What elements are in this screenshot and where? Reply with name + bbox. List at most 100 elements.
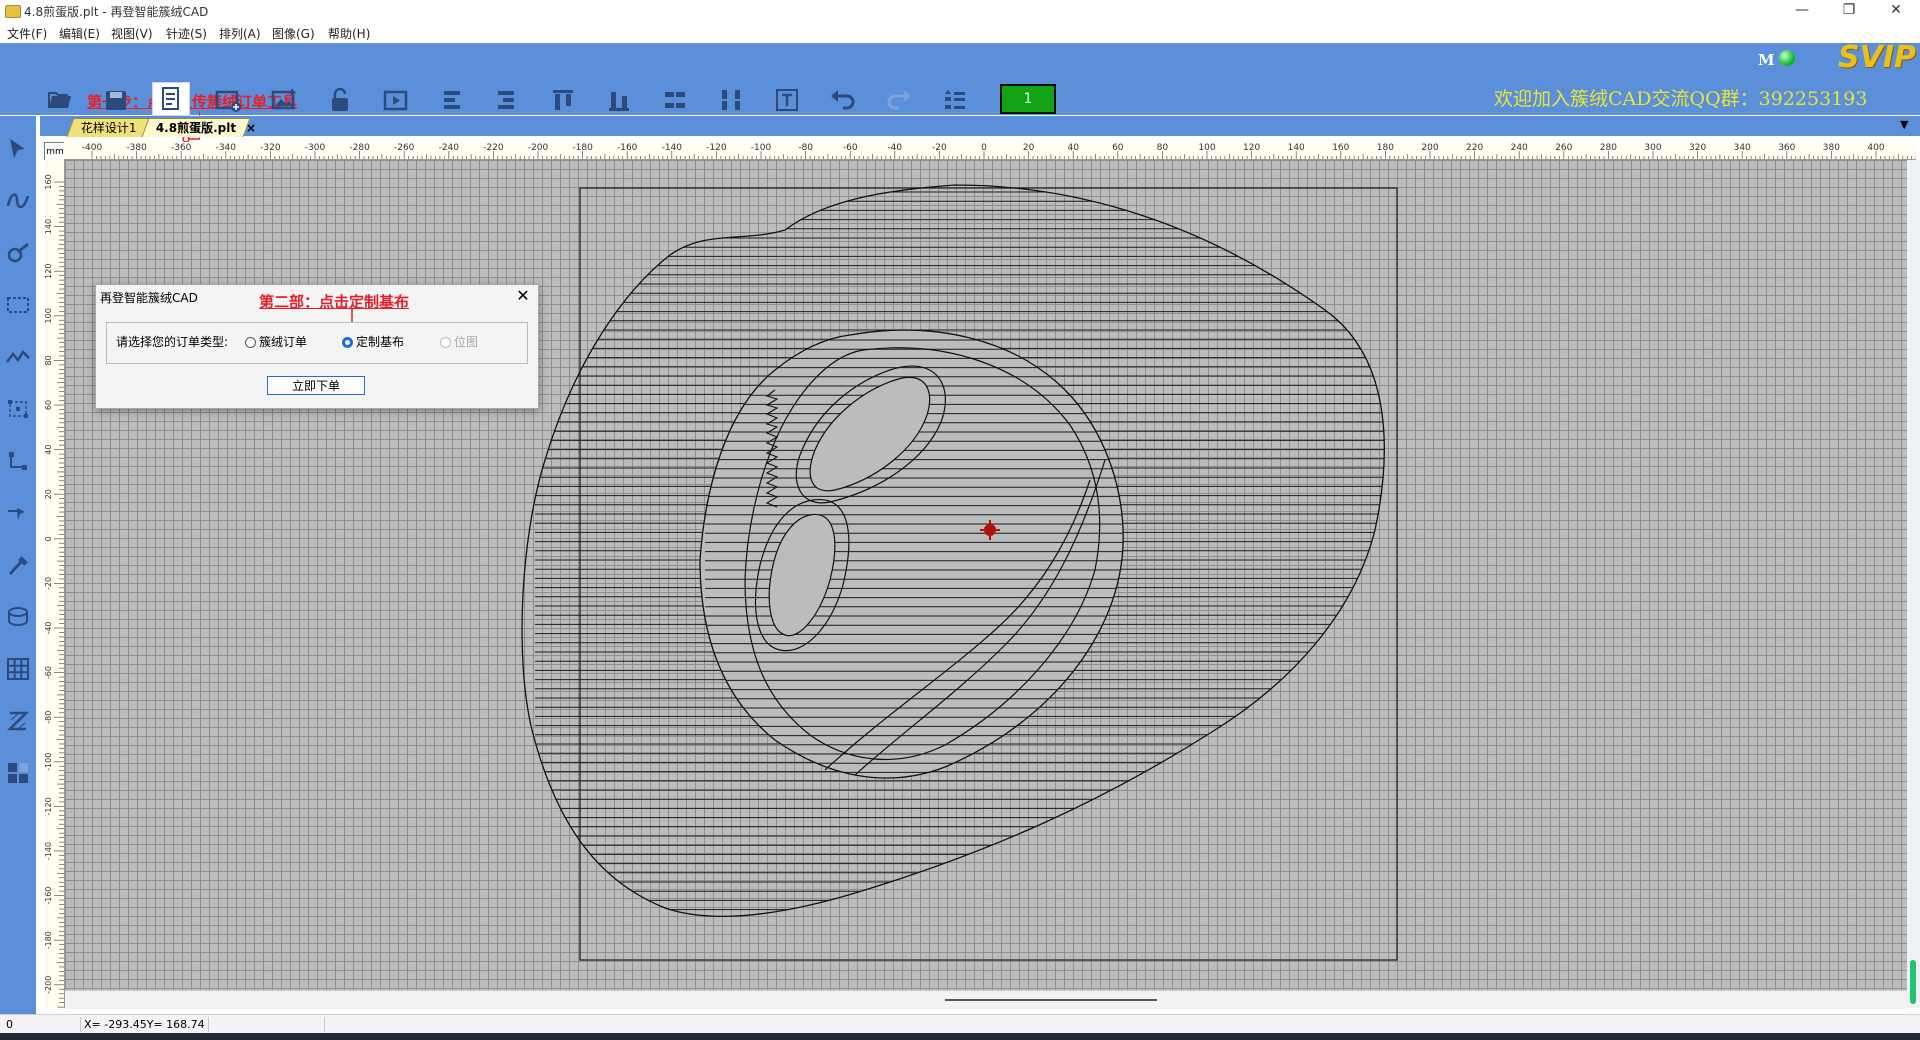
- close-window-button[interactable]: ✕: [1873, 0, 1919, 22]
- layer-tool[interactable]: [3, 602, 33, 632]
- text-tool-button[interactable]: [769, 84, 805, 116]
- vertical-scroll-thumb[interactable]: [1910, 960, 1916, 1004]
- dialog-close-icon[interactable]: ✕: [514, 286, 532, 305]
- distribute-vertical-button[interactable]: [713, 84, 749, 116]
- align-right-button[interactable]: [488, 84, 524, 116]
- align-top-button[interactable]: [545, 84, 581, 116]
- color-blocks-icon: [8, 763, 28, 783]
- distribute-horizontal-button[interactable]: [657, 84, 693, 116]
- unlock-button[interactable]: [322, 84, 358, 116]
- svip-badge: SVIP: [1838, 40, 1916, 75]
- menu-help[interactable]: 帮助(H): [328, 25, 370, 42]
- save-button[interactable]: [98, 84, 134, 116]
- ruler-tick-label: -120: [706, 143, 727, 153]
- transform-tool[interactable]: [3, 394, 33, 424]
- ruler-tick-label: 180: [1377, 143, 1394, 153]
- arrow-pointer-icon: [10, 139, 25, 158]
- rect-select-tool[interactable]: [3, 290, 33, 320]
- upload-order-button[interactable]: [152, 82, 190, 116]
- menu-arrange[interactable]: 排列(A): [219, 25, 261, 42]
- horizontal-ruler: -400 -380 -360 -340 -320 -300 -280 -260 -240 -220…: [64, 142, 1916, 160]
- align-bottom-icon: [609, 92, 629, 111]
- radio-indicator: [245, 337, 256, 348]
- new-canvas-button[interactable]: [210, 84, 246, 116]
- menu-stitch[interactable]: 针迹(S): [166, 25, 207, 42]
- document-tab-strip: 花样设计1 4.8煎蛋版.plt: [40, 116, 1920, 137]
- ruler-tick-label: 280: [1600, 143, 1617, 153]
- menu-image[interactable]: 图像(G): [272, 25, 315, 42]
- ruler-tick-label: 80: [1157, 143, 1169, 153]
- play-window-icon: [383, 90, 408, 111]
- knife-arrow-icon: [8, 508, 25, 520]
- ruler-tick-label: 120: [44, 264, 53, 279]
- document-upload-icon: [162, 87, 179, 110]
- ruler-tick-label: 0: [44, 536, 53, 541]
- ruler-tick-label: -80: [44, 711, 53, 724]
- horizontal-scrollbar[interactable]: [65, 990, 1907, 1009]
- ruler-tick-label: -40: [887, 143, 902, 153]
- ruler-tick-label: -140: [662, 143, 683, 153]
- ruler-tick-label: -200: [44, 976, 53, 994]
- ruler-tick-label: 340: [1734, 143, 1751, 153]
- radio-tufting-order[interactable]: 簇绒订单: [245, 333, 307, 350]
- maximize-button[interactable]: ❐: [1826, 0, 1872, 22]
- order-type-group: 请选择您的订单类型: 簇绒订单 定制基布 位图: [106, 322, 528, 364]
- place-order-button[interactable]: 立即下单: [267, 376, 365, 395]
- ruler-tick-label: 400: [1867, 143, 1884, 153]
- distribute-vertical-icon: [719, 90, 743, 110]
- tab-egg-plt[interactable]: 4.8煎蛋版.plt: [141, 118, 251, 137]
- align-bottom-button[interactable]: [601, 84, 637, 116]
- align-left-button[interactable]: [434, 84, 470, 116]
- menu-view[interactable]: 视图(V): [111, 25, 153, 42]
- node-edit-tool[interactable]: [3, 238, 33, 268]
- unlock-icon: [332, 87, 348, 111]
- grid-tool[interactable]: [3, 654, 33, 684]
- distribute-horizontal-icon: [665, 89, 685, 111]
- ruler-tick-label: -260: [394, 143, 415, 153]
- list-settings-icon: [945, 90, 965, 109]
- ruler-tick-label: -60: [44, 666, 53, 679]
- ruler-tick-label: 20: [1023, 143, 1035, 153]
- menu-edit[interactable]: 编辑(E): [59, 25, 100, 42]
- radio-label: 位图: [454, 335, 479, 349]
- tab-label: 4.8煎蛋版.plt: [155, 121, 237, 135]
- radio-custom-base-cloth[interactable]: 定制基布: [342, 333, 404, 350]
- tab-pattern-design-1[interactable]: 花样设计1: [66, 118, 152, 137]
- fill-tool[interactable]: [3, 706, 33, 736]
- redo-icon: [887, 90, 911, 110]
- ruler-tick-label: -40: [44, 621, 53, 634]
- connect-tool[interactable]: [3, 446, 33, 476]
- counter-display: 1: [1000, 84, 1056, 114]
- vertical-scrollbar[interactable]: [1907, 160, 1920, 1008]
- tab-dropdown-icon[interactable]: ▼: [1900, 118, 1908, 131]
- dashed-rect-icon: [7, 297, 29, 313]
- undo-button[interactable]: [825, 84, 861, 116]
- ruler-tick-label: -340: [216, 143, 237, 153]
- ruler-tick-label: -320: [260, 143, 281, 153]
- select-tool[interactable]: [3, 134, 33, 164]
- minimize-button[interactable]: —: [1779, 0, 1825, 22]
- ruler-tick-label: -100: [44, 753, 53, 771]
- open-file-button[interactable]: [42, 84, 78, 116]
- ruler-tick-label: 140: [44, 219, 53, 234]
- list-settings-button[interactable]: [937, 84, 973, 116]
- curve-tool[interactable]: [3, 186, 33, 216]
- menu-file[interactable]: 文件(F): [7, 25, 47, 42]
- horizontal-scroll-thumb[interactable]: [945, 999, 1157, 1001]
- ruler-tick-label: -220: [483, 143, 504, 153]
- ruler-tick-label: -280: [349, 143, 370, 153]
- undo-icon: [831, 90, 855, 110]
- simulate-button[interactable]: [378, 84, 414, 116]
- tab-close-icon[interactable]: ×: [246, 121, 256, 135]
- ruler-unit: mm: [44, 142, 66, 162]
- window-add-icon: [215, 90, 241, 112]
- polyline-tool[interactable]: [3, 342, 33, 372]
- cut-tool[interactable]: [3, 498, 33, 528]
- color-palette-tool[interactable]: [3, 758, 33, 788]
- ruler-tick-label: 140: [1288, 143, 1305, 153]
- eyedropper-tool[interactable]: [3, 550, 33, 580]
- import-image-button[interactable]: [266, 84, 302, 116]
- ruler-tick-label: -160: [617, 143, 638, 153]
- horizontal-ruler-scale: -400 -380 -360 -340 -320 -300 -280 -260 -240 -220…: [82, 143, 1916, 159]
- redo-button[interactable]: [881, 84, 917, 116]
